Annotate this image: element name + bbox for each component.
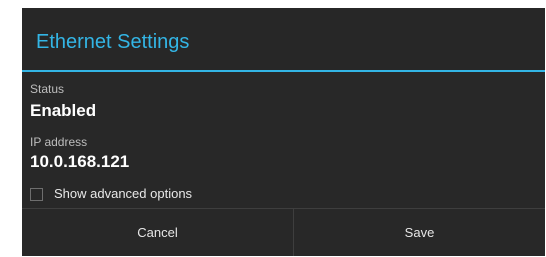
checkbox-icon[interactable] bbox=[30, 187, 43, 201]
status-value: Enabled bbox=[30, 101, 97, 120]
cancel-button[interactable]: Cancel bbox=[22, 209, 293, 256]
title-divider bbox=[22, 70, 545, 72]
ethernet-settings-dialog: Ethernet Settings Status Enabled IP addr… bbox=[22, 8, 545, 256]
save-button[interactable]: Save bbox=[294, 209, 545, 256]
ip-address-value: 10.0.168.121 bbox=[30, 152, 130, 171]
status-label: Status bbox=[30, 82, 65, 96]
show-advanced-options-checkbox[interactable]: Show advanced options bbox=[30, 185, 192, 203]
ip-address-label: IP address bbox=[30, 135, 88, 149]
dialog-header: Ethernet Settings bbox=[22, 8, 545, 70]
show-advanced-options-label[interactable]: Show advanced options bbox=[54, 186, 192, 202]
dialog-title: Ethernet Settings bbox=[36, 31, 190, 53]
